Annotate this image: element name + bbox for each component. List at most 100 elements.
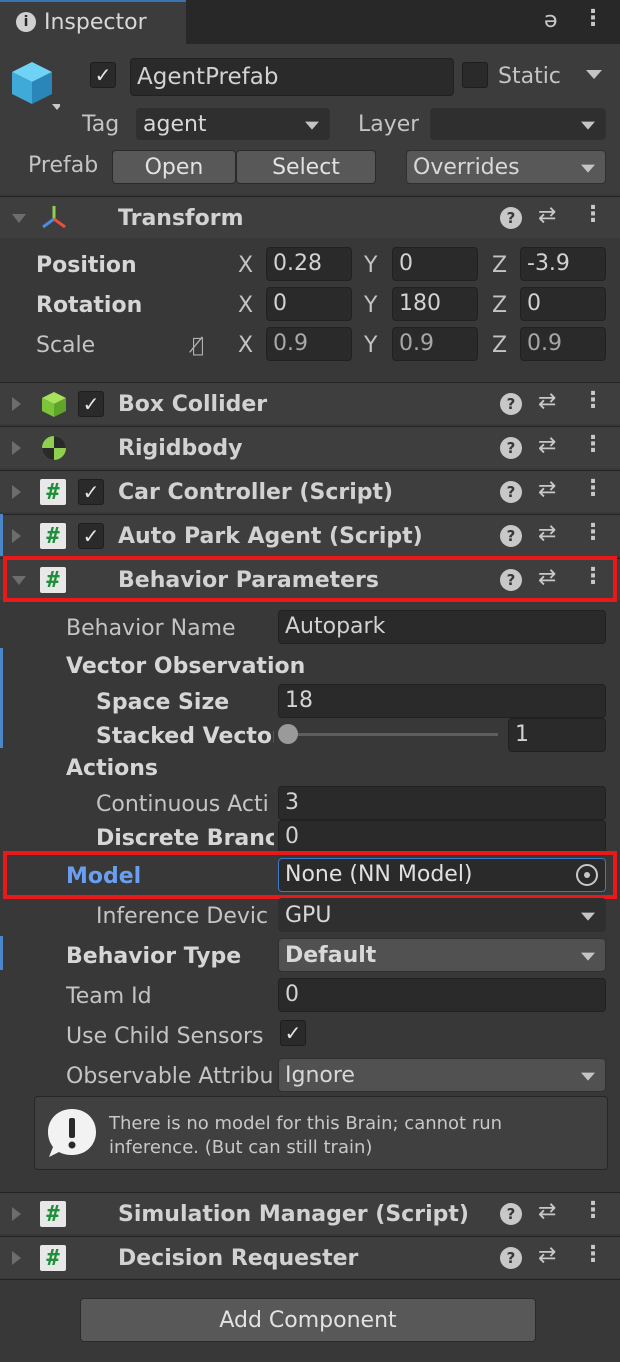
add-component-button[interactable]: Add Component <box>80 1298 536 1342</box>
axis-y-label[interactable]: Y <box>364 333 377 358</box>
static-dropdown-icon[interactable] <box>586 70 602 79</box>
behavior-type-label: Behavior Type <box>66 944 242 969</box>
behavior-name-field[interactable]: Autopark <box>278 610 606 644</box>
help-icon[interactable]: ? <box>500 569 522 591</box>
foldout-open-icon[interactable] <box>12 214 26 223</box>
prefab-cube-icon[interactable] <box>10 58 62 114</box>
component-menu-icon[interactable]: ⋮ <box>582 388 604 413</box>
transform-header[interactable]: Transform ? ⇄ ⋮ <box>0 196 620 238</box>
team-id-field[interactable]: 0 <box>278 978 606 1012</box>
modified-indicator <box>0 936 3 970</box>
scale-x-field[interactable]: 0.9 <box>266 327 352 361</box>
foldout-open-icon[interactable] <box>12 576 26 585</box>
behavior-parameters-title: Behavior Parameters <box>118 567 380 593</box>
presets-icon[interactable]: ⇄ <box>538 389 556 414</box>
prefab-select-button[interactable]: Select <box>236 150 376 184</box>
stacked-vectors-slider-thumb[interactable] <box>278 724 298 744</box>
box-collider-title: Box Collider <box>118 391 268 417</box>
foldout-closed-icon[interactable] <box>12 1207 21 1221</box>
rotation-x-field[interactable]: 0 <box>266 287 352 321</box>
axis-z-label[interactable]: Z <box>492 253 507 278</box>
inference-device-dropdown[interactable]: GPU <box>278 898 606 932</box>
position-x-field[interactable]: 0.28 <box>266 247 352 281</box>
rigidbody-header[interactable]: Rigidbody ? ⇄ ⋮ <box>0 426 620 468</box>
component-menu-icon[interactable]: ⋮ <box>582 476 604 501</box>
presets-icon[interactable]: ⇄ <box>538 521 556 546</box>
checkmark-icon: ✓ <box>284 1021 302 1045</box>
stacked-vectors-slider-track[interactable] <box>286 733 498 736</box>
component-menu-icon[interactable]: ⋮ <box>582 564 604 589</box>
box-collider-enabled-checkbox[interactable]: ✓ <box>78 391 104 417</box>
box-collider-header[interactable]: ✓ Box Collider ? ⇄ ⋮ <box>0 382 620 424</box>
axis-z-label[interactable]: Z <box>492 293 507 318</box>
help-icon[interactable]: ? <box>500 1203 522 1225</box>
car-controller-enabled-checkbox[interactable]: ✓ <box>78 479 104 505</box>
axis-x-label[interactable]: X <box>238 293 253 318</box>
tab-inspector[interactable]: i Inspector <box>0 0 186 44</box>
presets-icon[interactable]: ⇄ <box>538 565 556 590</box>
axis-y-label[interactable]: Y <box>364 293 377 318</box>
model-object-field[interactable]: None (NN Model) <box>278 858 606 892</box>
chevron-down-icon <box>581 121 595 130</box>
position-y-field[interactable]: 0 <box>392 247 478 281</box>
stacked-vectors-field[interactable]: 1 <box>508 718 606 752</box>
checkmark-icon: ✓ <box>82 392 100 416</box>
axis-y-label[interactable]: Y <box>364 253 377 278</box>
discrete-branches-field[interactable]: 0 <box>278 820 606 854</box>
use-child-sensors-checkbox[interactable]: ✓ <box>280 1020 306 1046</box>
help-icon[interactable]: ? <box>500 207 522 229</box>
axis-z-label[interactable]: Z <box>492 333 507 358</box>
prefab-open-button[interactable]: Open <box>112 150 236 184</box>
help-icon[interactable]: ? <box>500 525 522 547</box>
rotation-z-field[interactable]: 0 <box>520 287 606 321</box>
help-icon[interactable]: ? <box>500 1247 522 1269</box>
foldout-closed-icon[interactable] <box>12 485 21 499</box>
component-menu-icon[interactable]: ⋮ <box>582 520 604 545</box>
layer-dropdown[interactable] <box>430 108 606 140</box>
observable-attribute-label: Observable Attribu <box>66 1064 274 1089</box>
object-picker-icon[interactable] <box>576 864 598 886</box>
behavior-parameters-header[interactable]: # Behavior Parameters ? ⇄ ⋮ <box>0 558 620 600</box>
presets-icon[interactable]: ⇄ <box>538 433 556 458</box>
component-menu-icon[interactable]: ⋮ <box>582 432 604 457</box>
active-checkbox[interactable]: ✓ <box>90 62 116 88</box>
axis-x-label[interactable]: X <box>238 333 253 358</box>
object-name-field[interactable]: AgentPrefab <box>130 58 454 96</box>
space-size-field[interactable]: 18 <box>278 684 606 718</box>
observable-attribute-dropdown[interactable]: Ignore <box>278 1058 606 1092</box>
auto-park-agent-enabled-checkbox[interactable]: ✓ <box>78 523 104 549</box>
car-controller-header[interactable]: # ✓ Car Controller (Script) ? ⇄ ⋮ <box>0 470 620 512</box>
static-checkbox[interactable] <box>462 62 488 88</box>
tag-dropdown[interactable]: agent <box>136 108 330 140</box>
scale-y-field[interactable]: 0.9 <box>392 327 478 361</box>
help-icon[interactable]: ? <box>500 437 522 459</box>
decision-requester-header[interactable]: # Decision Requester ? ⇄ ⋮ <box>0 1236 620 1278</box>
overrides-dropdown[interactable]: Overrides <box>406 150 606 184</box>
inference-device-label: Inference Devic <box>96 904 269 929</box>
component-menu-icon[interactable]: ⋮ <box>582 1198 604 1223</box>
presets-icon[interactable]: ⇄ <box>538 1243 556 1268</box>
component-menu-icon[interactable]: ⋮ <box>582 202 604 227</box>
presets-icon[interactable]: ⇄ <box>538 477 556 502</box>
kebab-menu-icon[interactable]: ⋮ <box>582 6 604 31</box>
axis-x-label[interactable]: X <box>238 253 253 278</box>
help-icon[interactable]: ? <box>500 393 522 415</box>
foldout-closed-icon[interactable] <box>12 529 21 543</box>
lock-icon[interactable]: ə <box>544 8 558 33</box>
component-menu-icon[interactable]: ⋮ <box>582 1242 604 1267</box>
foldout-closed-icon[interactable] <box>12 441 21 455</box>
foldout-closed-icon[interactable] <box>12 1251 21 1265</box>
behavior-type-dropdown[interactable]: Default <box>278 938 606 972</box>
unlinked-scale-icon[interactable]: ⛓̸ <box>192 333 204 357</box>
presets-icon[interactable]: ⇄ <box>538 203 556 228</box>
position-z-field[interactable]: -3.9 <box>520 247 606 281</box>
script-icon: # <box>40 479 66 505</box>
auto-park-agent-header[interactable]: # ✓ Auto Park Agent (Script) ? ⇄ ⋮ <box>3 514 620 556</box>
presets-icon[interactable]: ⇄ <box>538 1199 556 1224</box>
continuous-actions-field[interactable]: 3 <box>278 786 606 820</box>
rotation-y-field[interactable]: 180 <box>392 287 478 321</box>
simulation-manager-header[interactable]: # Simulation Manager (Script) ? ⇄ ⋮ <box>0 1192 620 1234</box>
foldout-closed-icon[interactable] <box>12 397 21 411</box>
scale-z-field[interactable]: 0.9 <box>520 327 606 361</box>
help-icon[interactable]: ? <box>500 481 522 503</box>
